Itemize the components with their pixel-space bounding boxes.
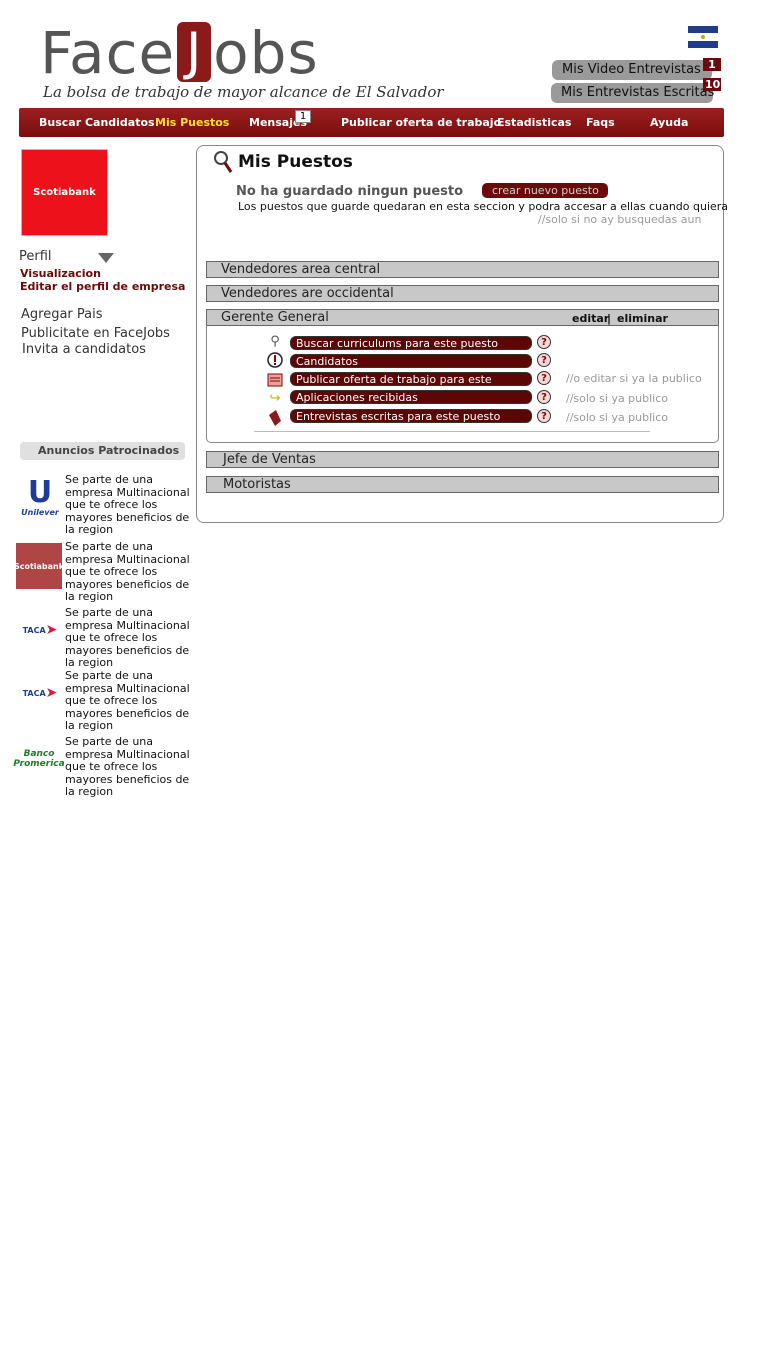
puesto-row[interactable]: Vendedores area central — [206, 261, 719, 278]
mis-entrevistas-escritas-button[interactable]: Mis Entrevistas Escritas — [551, 83, 714, 103]
divider — [254, 431, 650, 432]
taca-ad-logo-text: TACA — [22, 625, 46, 635]
agregar-pais-link[interactable]: Agregar Pais — [21, 307, 103, 322]
puesto-row[interactable]: Motoristas — [206, 476, 719, 493]
eliminar-link[interactable]: eliminar — [617, 311, 668, 326]
action-note: //o editar si ya la publico — [566, 372, 702, 385]
company-logo-text: Scotiabank — [33, 187, 96, 198]
help-icon[interactable]: ? — [537, 335, 551, 349]
perfil-label[interactable]: Perfil — [19, 249, 52, 264]
logo-text-obs: obs — [213, 19, 319, 87]
entrevistas-escritas-count-badge: 10 — [703, 78, 721, 91]
facejobs-logo[interactable]: Face Jobs — [40, 18, 319, 88]
separator: | — [607, 312, 612, 325]
mensajes-count-badge: 1 — [295, 110, 311, 123]
promerica-ad-logo-text: Banco Promerica — [13, 749, 65, 769]
nav-ayuda[interactable]: Ayuda — [650, 116, 688, 129]
magnifier-icon: ⚲ — [270, 334, 280, 349]
entrevistas-escritas-puesto-button[interactable]: Entrevistas escritas para este puesto — [290, 409, 532, 423]
unilever-logo[interactable]: U Unilever — [17, 474, 63, 520]
ad-text[interactable]: Se parte de una empresa Multinacional qu… — [65, 735, 191, 799]
tagline: La bolsa de trabajo de mayor alcance de … — [43, 83, 444, 101]
banco-promerica-ad-logo[interactable]: Banco Promerica — [13, 736, 65, 782]
taca-ad-logo-text: TACA — [22, 688, 46, 698]
unilever-logo-text: Unilever — [21, 507, 59, 517]
nav-buscar-candidatos[interactable]: Buscar Candidatos — [39, 116, 155, 129]
action-note: //solo si ya publico — [566, 392, 669, 405]
description-text: Los puestos que guarde quedaran en esta … — [238, 200, 729, 213]
document-icon — [266, 372, 284, 388]
empty-message: No ha guardado ningun puesto — [236, 184, 464, 199]
scotiabank-ad-logo[interactable]: Scotiabank — [13, 543, 65, 589]
candidatos-button[interactable]: Candidatos — [290, 354, 532, 368]
el-salvador-flag-icon[interactable] — [688, 26, 718, 48]
mis-video-entrevistas-button[interactable]: Mis Video Entrevistas — [552, 60, 712, 80]
buscar-curriculums-button[interactable]: Buscar curriculums para este puesto — [290, 336, 532, 350]
pencil-icon — [266, 409, 284, 426]
note-text: //solo si no ay busquedas aun — [538, 213, 702, 226]
exclamation-icon — [266, 352, 284, 368]
taca-ad-logo[interactable]: TACA ➤ — [17, 607, 63, 653]
puesto-row[interactable]: Jefe de Ventas — [206, 451, 719, 468]
company-logo[interactable]: Scotiabank — [21, 149, 108, 236]
logo-j-box: J — [177, 22, 212, 82]
ad-text[interactable]: Se parte de una empresa Multinacional qu… — [65, 669, 191, 733]
main-nav: Buscar Candidatos Mis Puestos Mensajes 1… — [19, 108, 724, 137]
nav-mis-puestos[interactable]: Mis Puestos — [155, 116, 229, 129]
editar-link[interactable]: editar — [572, 311, 609, 326]
publicitate-link[interactable]: Publicitate en FaceJobs — [21, 326, 170, 341]
chevron-down-icon[interactable] — [98, 253, 114, 263]
editar-perfil-link[interactable]: Editar el perfil de empresa — [20, 280, 185, 293]
ad-text[interactable]: Se parte de una empresa Multinacional qu… — [65, 540, 191, 604]
ad-text[interactable]: Se parte de una empresa Multinacional qu… — [65, 473, 191, 537]
magnifier-icon — [213, 150, 233, 174]
scotiabank-ad-logo-text: Scotiabank — [13, 561, 65, 571]
taca-ad-logo[interactable]: TACA ➤ — [17, 670, 63, 716]
help-icon[interactable]: ? — [537, 409, 551, 423]
help-icon[interactable]: ? — [537, 390, 551, 404]
video-entrevistas-count-badge: 1 — [703, 58, 721, 71]
invita-candidatos-link[interactable]: Invita a candidatos — [22, 342, 146, 357]
puesto-label: Gerente General — [221, 310, 329, 325]
puesto-row-expanded[interactable]: Gerente General editar | eliminar — [206, 309, 719, 326]
logo-text-face: Face — [40, 19, 176, 87]
aplicaciones-recibidas-button[interactable]: Aplicaciones recibidas — [290, 390, 532, 404]
publicar-oferta-puesto-button[interactable]: Publicar oferta de trabajo para este pue… — [290, 372, 532, 400]
action-note: //solo si ya publico — [566, 411, 669, 424]
nav-estadisticas[interactable]: Estadisticas — [497, 116, 571, 129]
visualizacion-link[interactable]: Visualizacion — [20, 267, 101, 280]
nav-faqs[interactable]: Faqs — [586, 116, 615, 129]
help-icon[interactable]: ? — [537, 353, 551, 367]
puesto-row[interactable]: Vendedores are occidental — [206, 285, 719, 302]
arrow-icon: ↪ — [269, 391, 281, 406]
page-title: Mis Puestos — [238, 152, 353, 172]
nav-publicar-oferta[interactable]: Publicar oferta de trabajo — [341, 116, 501, 129]
crear-nuevo-puesto-button[interactable]: crear nuevo puesto — [482, 183, 608, 198]
anuncios-patrocinados-header: Anuncios Patrocinados — [20, 442, 185, 460]
help-icon[interactable]: ? — [537, 371, 551, 385]
ad-text[interactable]: Se parte de una empresa Multinacional qu… — [65, 606, 191, 670]
